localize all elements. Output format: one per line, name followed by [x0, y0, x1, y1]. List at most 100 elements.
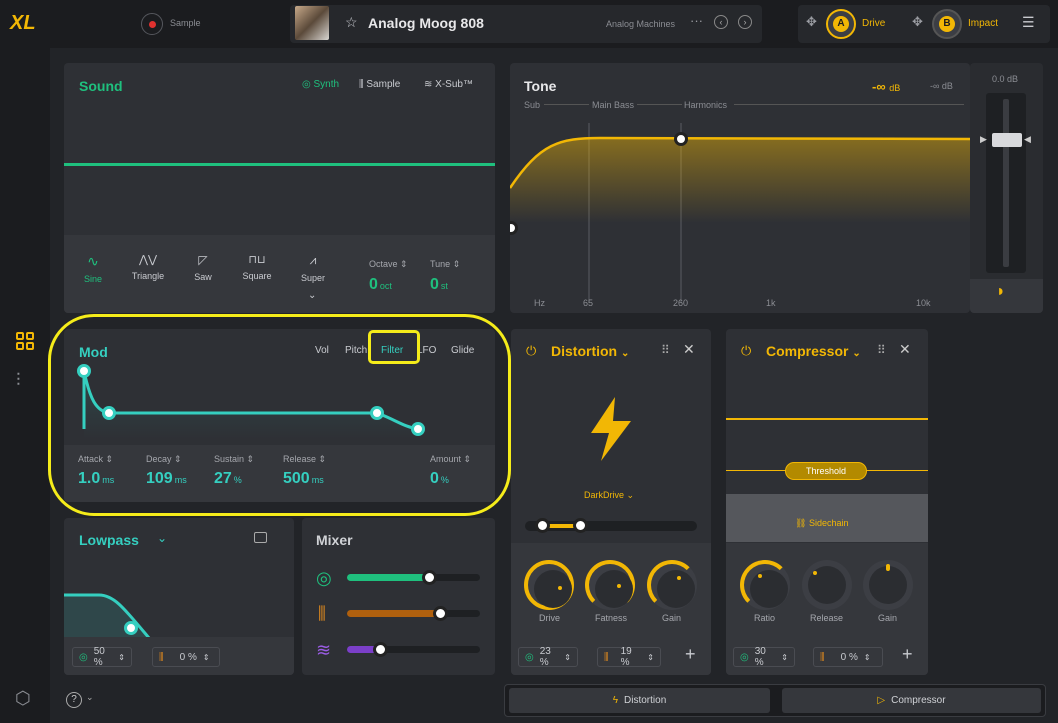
tab-synth[interactable]: ◎ Synth: [302, 79, 339, 90]
compressor-release-knob[interactable]: [802, 560, 852, 610]
compressor-chevron-icon: ⌄: [852, 348, 861, 359]
square-wave-icon: ⊓⊔: [248, 254, 266, 266]
mixer-x-sub-handle[interactable]: [373, 642, 388, 657]
mixer-synth-handle[interactable]: [422, 570, 437, 585]
mixer-x-sub-slider[interactable]: [347, 642, 480, 657]
distortion-add-button[interactable]: +: [685, 644, 696, 665]
output-fader-handle[interactable]: [992, 133, 1022, 147]
compressor-add-button[interactable]: +: [902, 644, 913, 665]
cutoff-handle[interactable]: [124, 621, 138, 635]
lowpass-sample-chip[interactable]: ⫼ 0 % ⇕: [152, 647, 220, 667]
distortion-drag-icon[interactable]: ⠿: [661, 343, 670, 357]
modules-grid-icon[interactable]: [16, 332, 34, 350]
distortion-title[interactable]: Distortion ⌄: [551, 343, 629, 359]
wave-saw-label: Saw: [194, 272, 212, 282]
next-preset-icon[interactable]: ›: [738, 15, 752, 29]
previous-preset-icon[interactable]: ‹: [714, 15, 728, 29]
wave-saw[interactable]: ◸ Saw: [188, 253, 218, 282]
menu-list-icon[interactable]: ☰: [1022, 14, 1035, 31]
output-wifi-icon[interactable]: ◗: [996, 283, 1006, 301]
chain-slot-compressor[interactable]: ▷ Compressor: [782, 688, 1041, 713]
drive-label: Drive: [539, 613, 561, 623]
wave-triangle[interactable]: ⋀⋁ Triangle: [126, 253, 170, 281]
sound-title: Sound: [79, 78, 123, 94]
app-logo[interactable]: XL: [10, 12, 36, 35]
compressor-drag-icon[interactable]: ⠿: [877, 343, 886, 357]
lowpass-chevron-icon[interactable]: ⌄: [157, 531, 167, 545]
filter-settings-icon[interactable]: [254, 532, 267, 543]
distortion-range-low-handle[interactable]: [535, 518, 550, 533]
mixer-synth-icon: ◎: [316, 568, 332, 588]
synth-icon: ◎: [302, 79, 311, 90]
distortion-gain-knob[interactable]: [647, 560, 697, 610]
favorite-star-icon[interactable]: ☆: [345, 14, 358, 31]
ratio-knob[interactable]: [740, 560, 790, 610]
compressor-close-icon[interactable]: ✕: [899, 341, 911, 358]
threshold-handle[interactable]: Threshold: [785, 462, 867, 480]
lowpass-title[interactable]: Lowpass: [79, 532, 139, 548]
distortion-close-icon[interactable]: ✕: [683, 341, 695, 358]
compressor-gain-knob[interactable]: [863, 560, 913, 610]
play-triangle-icon: ▷: [877, 695, 886, 706]
macro-b-label: Impact: [968, 18, 999, 29]
ratio-label: Ratio: [754, 613, 776, 623]
octave-label[interactable]: Octave ⇕: [369, 259, 408, 270]
compressor-synth-chip[interactable]: ◎ 30 % ⇕: [733, 646, 795, 668]
tune-value[interactable]: 0st: [430, 276, 448, 294]
compressor-sample-chip[interactable]: ⫼ 0 % ⇕: [813, 647, 883, 667]
mixer-sample-handle[interactable]: [433, 606, 448, 621]
left-sidebar: ⫶ ⬡: [0, 48, 50, 723]
distortion-range-high-handle[interactable]: [573, 518, 588, 533]
freq-10k: 10k: [916, 298, 931, 308]
distortion-type-selector[interactable]: DarkDrive ⌄: [584, 490, 634, 501]
compressor-power-icon[interactable]: ⏻: [741, 343, 751, 359]
preset-category: Analog Machines: [606, 19, 676, 29]
band-divider-3: [734, 104, 964, 105]
tune-unit: st: [440, 281, 448, 291]
more-options-button[interactable]: ···: [690, 13, 703, 28]
distortion-synth-chip[interactable]: ◎ 23 % ⇕: [518, 646, 578, 668]
distortion-sample-chip[interactable]: ⫼ 19 % ⇕: [597, 646, 661, 668]
mixer-sample-slider[interactable]: [347, 606, 480, 621]
drive-knob[interactable]: [524, 560, 574, 610]
settings-hex-icon[interactable]: ⬡: [15, 688, 31, 709]
macro-b-move-icon[interactable]: ✥: [912, 14, 923, 30]
macro-a-knob[interactable]: A: [826, 9, 856, 39]
tab-sample[interactable]: ⫼ Sample: [359, 79, 400, 90]
compressor-title-text: Compressor: [766, 343, 849, 359]
link-icon: ⛓: [795, 518, 807, 528]
mixer-sliders-icon[interactable]: ⫶: [16, 370, 21, 391]
wave-super[interactable]: ⩘ Super: [296, 253, 330, 283]
tone-harmonics-handle[interactable]: [674, 132, 688, 146]
sidechain-button[interactable]: ⛓ Sidechain: [795, 518, 848, 529]
lowpass-synth-chip[interactable]: ◎ 50 % ⇕: [72, 646, 132, 668]
macro-b-knob[interactable]: B: [932, 9, 962, 39]
macro-a-move-icon[interactable]: ✥: [806, 14, 817, 30]
compressor-title[interactable]: Compressor ⌄: [766, 343, 861, 359]
fatness-knob[interactable]: [585, 560, 635, 610]
output-meter-panel: 0.0 dB ▶ ◀ ◗: [970, 63, 1043, 313]
x-sub-icon: ≋: [424, 79, 433, 90]
lightning-bolt-icon: [591, 397, 631, 461]
help-chevron-icon[interactable]: ⌄: [86, 692, 94, 703]
wave-sine[interactable]: ∿ Sine: [78, 253, 108, 284]
super-expand-chevron-icon[interactable]: ⌄: [308, 290, 316, 301]
tab-synth-label: Synth: [313, 79, 340, 90]
chain-slot-distortion[interactable]: ϟ Distortion: [509, 688, 770, 713]
tune-label[interactable]: Tune ⇕: [430, 259, 460, 270]
wave-square[interactable]: ⊓⊔ Square: [239, 253, 275, 281]
preset-name[interactable]: Analog Moog 808: [368, 15, 484, 31]
chain-slot-compressor-label: Compressor: [891, 695, 946, 706]
help-icon[interactable]: ?: [66, 692, 82, 708]
tab-x-sub[interactable]: ≋ X-Sub™: [424, 79, 473, 90]
tone-level[interactable]: -∞ dB: [872, 79, 900, 94]
distortion-power-icon[interactable]: ⏻: [526, 343, 536, 359]
tone-level-secondary: -∞ dB: [930, 81, 953, 91]
record-sample-button[interactable]: [141, 13, 163, 35]
octave-value[interactable]: 0 oct: [369, 276, 392, 294]
preset-artwork[interactable]: [295, 6, 329, 40]
mixer-synth-slider[interactable]: [347, 570, 480, 585]
lightning-icon: ϟ: [612, 695, 619, 706]
compressor-top-line: [726, 418, 928, 420]
wave-square-label: Square: [242, 271, 272, 281]
